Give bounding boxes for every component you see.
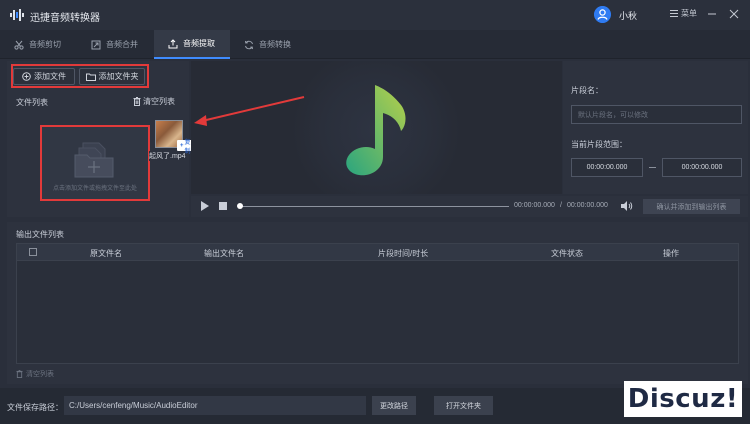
annotation-highlight-box: [11, 64, 149, 88]
output-list-title: 输出文件列表: [16, 230, 64, 239]
trash-icon: [133, 97, 141, 106]
tab-bar: 音频剪切 音频合并 音频提取 音频转换: [0, 30, 750, 59]
tab-label: 音频提取: [183, 39, 215, 48]
segment-name-label: 片段名：: [571, 86, 603, 95]
column-header-action: 操作: [663, 249, 679, 258]
column-header-source: 原文件名: [90, 249, 122, 258]
close-icon[interactable]: [728, 8, 740, 20]
stop-icon[interactable]: [219, 202, 227, 210]
hamburger-icon: [670, 10, 678, 17]
menu-button[interactable]: 菜单: [670, 8, 697, 19]
dragged-file-name: 起风了.mp4: [149, 151, 186, 161]
clear-list-button[interactable]: 清空列表: [133, 96, 175, 107]
segment-panel: 片段名： 默认片段名，可以修改 当前片段范围： 00:00:00.000 00:…: [563, 61, 748, 194]
app-window: 迅捷音频转换器 小秋 菜单 音频剪切 音频合并 音频提取 音频转换 添加文件 添…: [0, 0, 750, 424]
open-folder-button[interactable]: 打开文件夹: [434, 396, 493, 415]
extract-icon: [168, 38, 178, 48]
copy-tooltip-label: 复制: [184, 139, 191, 155]
title-bar: 迅捷音频转换器 小秋 菜单: [0, 0, 750, 30]
save-path-input[interactable]: C:/Users/cenfeng/Music/AudioEditor: [64, 396, 366, 415]
tab-audio-extract[interactable]: 音频提取: [154, 30, 230, 59]
app-title: 迅捷音频转换器: [30, 13, 100, 24]
time-separator: /: [560, 202, 562, 209]
segment-range-label: 当前片段范围：: [571, 140, 627, 149]
user-name[interactable]: 小秋: [619, 9, 637, 22]
tab-label: 音频转换: [259, 40, 291, 49]
plus-icon: +: [180, 142, 184, 149]
range-end-input[interactable]: 00:00:00.000: [662, 158, 742, 177]
app-logo-icon: [10, 9, 24, 21]
column-header-output: 输出文件名: [204, 249, 244, 258]
total-time: 00:00:00.000: [567, 202, 608, 209]
trash-icon: [16, 370, 23, 378]
tab-audio-cut[interactable]: 音频剪切: [0, 30, 77, 59]
player-controls: 00:00:00.000 / 00:00:00.000 确认并添加到输出列表: [191, 196, 748, 217]
file-list-panel: 添加文件 添加文件夹 文件列表 清空列表 点击添加文件或拖拽文件至此处 起风了.…: [7, 61, 194, 217]
play-icon[interactable]: [201, 201, 209, 211]
column-header-status: 文件状态: [551, 249, 583, 258]
merge-icon: [91, 40, 101, 49]
output-table: 原文件名 输出文件名 片段时间/时长 文件状态 操作: [16, 243, 739, 364]
music-note-icon: [346, 85, 406, 176]
progress-handle[interactable]: [237, 203, 243, 209]
volume-icon[interactable]: [621, 201, 633, 211]
discuz-watermark: Discuz!: [624, 381, 742, 417]
table-header: 原文件名 输出文件名 片段时间/时长 文件状态 操作: [17, 244, 738, 261]
column-header-time: 片段时间/时长: [378, 249, 429, 258]
annotation-arrow-icon: [194, 96, 305, 126]
range-start-input[interactable]: 00:00:00.000: [571, 158, 643, 177]
user-avatar-icon[interactable]: [594, 6, 611, 23]
range-dash: [649, 167, 656, 168]
change-path-button[interactable]: 更改路径: [372, 396, 416, 415]
progress-track[interactable]: [239, 206, 509, 207]
output-clear-button[interactable]: 清空列表: [16, 369, 54, 379]
minimize-icon[interactable]: [706, 8, 718, 20]
tab-audio-convert[interactable]: 音频转换: [230, 30, 308, 59]
tab-label: 音频剪切: [29, 40, 61, 49]
save-path-label: 文件保存路径：: [7, 403, 63, 412]
annotation-highlight-box: [40, 125, 150, 201]
current-time: 00:00:00.000: [514, 202, 555, 209]
clear-list-label: 清空列表: [143, 97, 175, 106]
refresh-icon: [245, 40, 253, 49]
add-to-output-button[interactable]: 确认并添加到输出列表: [643, 199, 740, 214]
select-all-checkbox[interactable]: [29, 248, 37, 256]
scissors-icon: [14, 40, 24, 50]
menu-label: 菜单: [681, 9, 697, 18]
tab-label: 音频合并: [106, 40, 138, 49]
segment-name-input[interactable]: 默认片段名，可以修改: [571, 105, 742, 124]
output-clear-label: 清空列表: [26, 371, 54, 378]
output-list-panel: 输出文件列表 原文件名 输出文件名 片段时间/时长 文件状态 操作 清空列表: [7, 222, 748, 384]
file-list-title: 文件列表: [16, 98, 48, 107]
tab-audio-merge[interactable]: 音频合并: [77, 30, 154, 59]
